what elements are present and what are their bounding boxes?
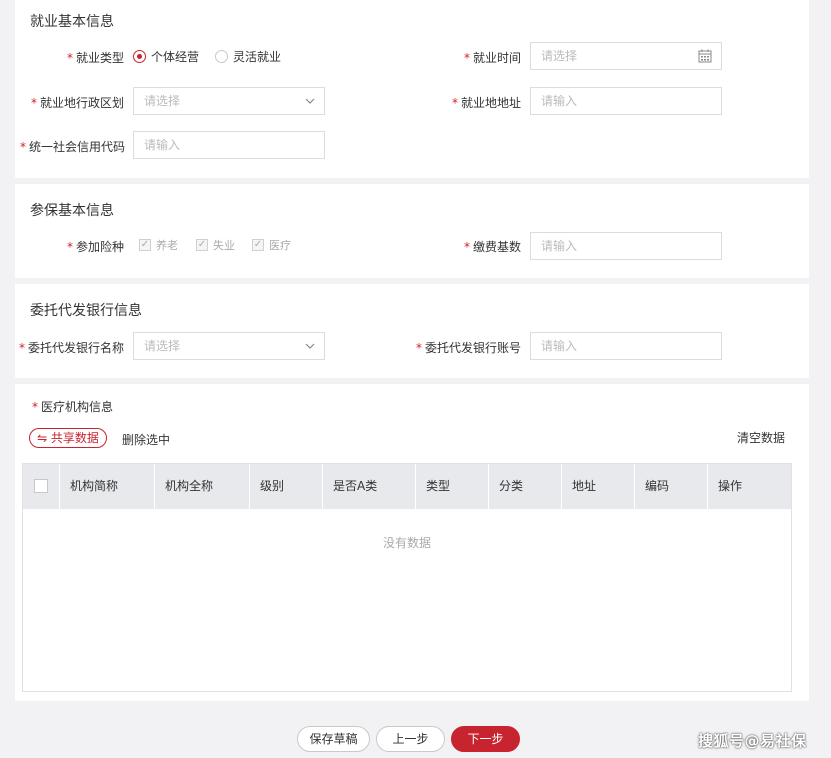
table-empty-text: 没有数据 (382, 536, 431, 550)
section-title-employment: 就业基本信息 (30, 14, 114, 30)
chevron-down-icon (305, 333, 315, 359)
bank-name-label: * 委托代发银行名称 (18, 341, 124, 355)
employment-address-input[interactable]: 请输入 (530, 87, 722, 115)
medical-institution-table: 机构简称 机构全称 级别 是否A类 类型 分类 地址 编码 操作 没有数据 (22, 463, 792, 692)
checkbox-checked-icon: ✓ (252, 239, 264, 251)
employment-region-label: * 就业地行政区划 (30, 96, 124, 110)
column-header: 级别 (250, 464, 323, 509)
column-header: 是否A类 (323, 464, 416, 509)
employment-type-label: * 就业类型 (66, 51, 124, 65)
radio-flexible[interactable]: 灵活就业 (215, 48, 281, 65)
employment-address-label: * 就业地地址 (451, 96, 521, 110)
credit-code-input[interactable]: 请输入 (133, 131, 325, 159)
checkbox-unemployment[interactable]: ✓ 失业 (196, 237, 235, 253)
clear-data-button[interactable]: 清空数据 (737, 429, 785, 446)
column-header: 机构全称 (155, 464, 250, 509)
bank-account-label: * 委托代发银行账号 (415, 341, 521, 355)
checkbox-checked-icon: ✓ (139, 239, 151, 251)
column-header: 地址 (562, 464, 635, 509)
column-header: 编码 (635, 464, 708, 509)
share-data-button[interactable]: ⇋ 共享数据 (29, 428, 107, 448)
payment-base-label: * 缴费基数 (463, 240, 521, 254)
table-header: 机构简称 机构全称 级别 是否A类 类型 分类 地址 编码 操作 (23, 464, 791, 509)
chevron-down-icon (305, 88, 315, 114)
delete-selected-button[interactable]: 删除选中 (122, 431, 170, 448)
column-header: 机构简称 (60, 464, 155, 509)
select-all-checkbox[interactable] (34, 479, 48, 493)
bank-card: 委托代发银行信息 (15, 284, 809, 378)
insurance-card: 参保基本信息 (15, 184, 809, 278)
save-draft-button[interactable]: 保存草稿 (297, 726, 370, 752)
employment-region-select[interactable]: 请选择 (133, 87, 325, 115)
section-title-bank: 委托代发银行信息 (30, 303, 142, 319)
checkbox-pension[interactable]: ✓ 养老 (139, 237, 178, 253)
section-title-insurance: 参保基本信息 (30, 203, 114, 219)
insurance-types-label: * 参加险种 (66, 240, 124, 254)
header-select-all-cell (23, 464, 60, 509)
bank-account-input[interactable]: 请输入 (530, 332, 722, 360)
column-header: 类型 (416, 464, 489, 509)
checkbox-medical[interactable]: ✓ 医疗 (252, 237, 291, 253)
checkbox-checked-icon: ✓ (196, 239, 208, 251)
radio-unchecked-icon (215, 50, 228, 63)
employment-time-label: * 就业时间 (463, 51, 521, 65)
column-header: 分类 (489, 464, 562, 509)
watermark-text: 搜狐号@易社保 (698, 732, 807, 750)
next-step-button[interactable]: 下一步 (451, 726, 520, 752)
employment-time-picker[interactable]: 请选择 (530, 42, 722, 70)
credit-code-label: * 统一社会信用代码 (20, 140, 126, 154)
section-title-medical: * 医疗机构信息 (32, 400, 114, 414)
bank-name-select[interactable]: 请选择 (133, 332, 325, 360)
column-header: 操作 (718, 479, 743, 493)
calendar-icon (698, 43, 712, 69)
prev-step-button[interactable]: 上一步 (376, 726, 445, 752)
radio-self-employed[interactable]: 个体经营 (133, 48, 199, 65)
payment-base-input[interactable]: 请输入 (530, 232, 722, 260)
radio-checked-icon (133, 50, 146, 63)
